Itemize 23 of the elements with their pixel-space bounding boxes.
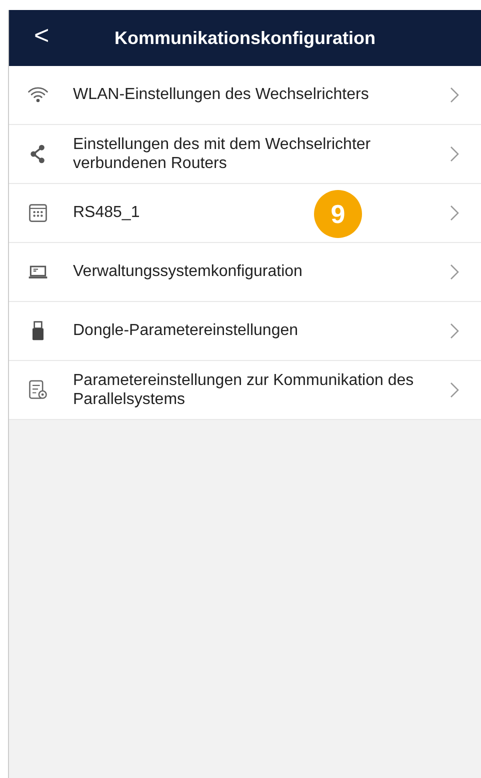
menu-item[interactable]: WLAN-Einstellungen des Wechselrichters: [9, 66, 481, 125]
chevron-right-icon: [449, 382, 459, 398]
menu-item-label: WLAN-Einstellungen des Wechselrichters: [73, 85, 369, 105]
menu-item-label: Parametereinstellungen zur Kommunikation des Parallelsystems: [73, 370, 415, 410]
menu-item[interactable]: Dongle-Parametereinstellungen: [9, 302, 481, 361]
menu-item[interactable]: RS485_1 9: [9, 184, 481, 243]
chevron-right-icon: [449, 323, 459, 339]
chevron-right-icon: [449, 146, 459, 162]
menu-item[interactable]: Parametereinstellungen zur Kommunikation des Parallelsystems: [9, 361, 481, 420]
chevron-right-icon: [449, 87, 459, 103]
menu-item-label: Verwaltungssystemkonfiguration: [73, 262, 302, 282]
menu-item[interactable]: Einstellungen des mit dem Wechselrichter verbundenen Routers: [9, 125, 481, 184]
document-gear-icon: [27, 379, 49, 401]
keypad-icon: [27, 202, 49, 224]
screen-title: Kommunikationskonfiguration: [114, 28, 376, 48]
back-button[interactable]: <: [34, 20, 50, 51]
chevron-right-icon: [449, 264, 459, 280]
menu-item[interactable]: Verwaltungssystemkonfiguration: [9, 243, 481, 302]
menu-item-label: RS485_1: [73, 203, 140, 223]
step-number-badge: 9: [314, 190, 362, 238]
menu-item-label: Dongle-Parametereinstellungen: [73, 321, 298, 341]
menu-item-label: Einstellungen des mit dem Wechselrichter verbundenen Routers: [73, 134, 372, 174]
chevron-right-icon: [449, 205, 459, 221]
